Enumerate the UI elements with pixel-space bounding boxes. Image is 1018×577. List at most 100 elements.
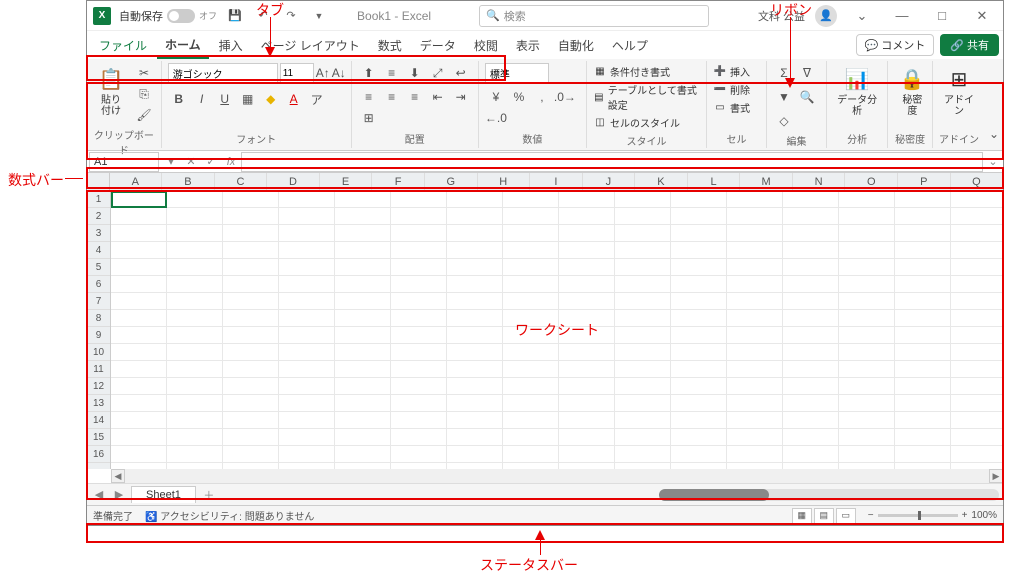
decrease-font-icon[interactable]: A↓ — [332, 63, 346, 83]
col-header[interactable]: I — [530, 173, 583, 190]
name-box[interactable]: A1 — [89, 152, 159, 172]
find-select-icon[interactable]: 🔍 — [796, 87, 818, 107]
close-button[interactable]: ✕ — [967, 3, 997, 29]
col-header[interactable]: M — [740, 173, 793, 190]
enter-formula-icon[interactable]: ✓ — [201, 152, 221, 172]
sheet-nav-next-icon[interactable]: ▶ — [111, 488, 127, 501]
col-header[interactable]: Q — [951, 173, 1004, 190]
paste-button[interactable]: 📋 貼り付け — [93, 63, 129, 119]
row-header[interactable]: 10 — [87, 344, 110, 361]
phonetic-icon[interactable]: ア — [306, 89, 328, 109]
zoom-in-icon[interactable]: + — [962, 510, 968, 521]
font-name-select[interactable] — [168, 63, 278, 83]
ribbon-display-icon[interactable]: ⌄ — [847, 3, 877, 29]
col-header[interactable]: F — [372, 173, 425, 190]
decrease-indent-icon[interactable]: ⇤ — [427, 87, 449, 107]
sensitivity-button[interactable]: 🔒 秘密度 — [894, 63, 930, 119]
horizontal-scrollbar[interactable]: ◀ ▶ — [87, 469, 1003, 483]
percent-icon[interactable]: % — [508, 87, 530, 107]
tab-formulas[interactable]: 数式 — [370, 33, 410, 58]
col-header[interactable]: H — [478, 173, 531, 190]
col-header[interactable]: K — [635, 173, 688, 190]
clear-icon[interactable]: ◇ — [773, 111, 795, 131]
col-header[interactable]: N — [793, 173, 846, 190]
status-accessibility[interactable]: ♿ アクセシビリティ: 問題ありません — [145, 508, 314, 523]
row-header[interactable]: 3 — [87, 225, 110, 242]
format-painter-icon[interactable]: 🖌 — [133, 105, 155, 125]
conditional-formatting-button[interactable]: ▦条件付き書式 — [593, 63, 700, 80]
tab-help[interactable]: ヘルプ — [604, 33, 656, 58]
row-header[interactable]: 12 — [87, 378, 110, 395]
cut-icon[interactable]: ✂ — [133, 63, 155, 83]
align-top-icon[interactable]: ⬆ — [358, 63, 380, 83]
insert-cells-button[interactable]: ➕挿入 — [713, 63, 750, 80]
comma-icon[interactable]: , — [531, 87, 553, 107]
row-header[interactable]: 11 — [87, 361, 110, 378]
tab-insert[interactable]: 挿入 — [211, 33, 251, 58]
align-middle-icon[interactable]: ≡ — [381, 63, 403, 83]
align-left-icon[interactable]: ≡ — [358, 87, 380, 107]
active-cell[interactable] — [111, 191, 167, 208]
increase-font-icon[interactable]: A↑ — [316, 63, 330, 83]
tab-automate[interactable]: 自動化 — [550, 33, 602, 58]
tab-review[interactable]: 校閲 — [466, 33, 506, 58]
redo-icon[interactable]: ↷ — [281, 6, 301, 26]
col-header[interactable]: E — [320, 173, 373, 190]
qat-dropdown-icon[interactable]: ▼ — [309, 6, 329, 26]
row-header[interactable]: 4 — [87, 242, 110, 259]
cell-styles-button[interactable]: ◫セルのスタイル — [593, 114, 700, 131]
zoom-level[interactable]: 100% — [971, 510, 997, 521]
italic-button[interactable]: I — [191, 89, 213, 109]
add-sheet-button[interactable]: ＋ — [200, 487, 218, 503]
search-box[interactable]: 🔍 検索 — [479, 5, 709, 27]
font-size-select[interactable] — [280, 63, 314, 83]
row-header[interactable]: 16 — [87, 446, 110, 463]
cancel-formula-icon[interactable]: ✕ — [181, 152, 201, 172]
increase-indent-icon[interactable]: ⇥ — [450, 87, 472, 107]
scroll-right-icon[interactable]: ▶ — [989, 469, 1003, 483]
cell-grid[interactable]: ワークシート — [111, 191, 1003, 469]
expand-formula-bar-icon[interactable]: ⌄ — [983, 152, 1003, 172]
row-header[interactable]: 1 — [87, 191, 110, 208]
orientation-icon[interactable]: ⤢ — [427, 63, 449, 83]
col-header[interactable]: L — [688, 173, 741, 190]
align-right-icon[interactable]: ≡ — [404, 87, 426, 107]
number-format-select[interactable] — [485, 63, 549, 83]
row-header[interactable]: 7 — [87, 293, 110, 310]
zoom-control[interactable]: − + 100% — [868, 510, 997, 521]
tab-data[interactable]: データ — [412, 33, 464, 58]
col-header[interactable]: B — [162, 173, 215, 190]
align-center-icon[interactable]: ≡ — [381, 87, 403, 107]
sheet-horizontal-scrollbar[interactable] — [659, 489, 999, 501]
row-header[interactable]: 2 — [87, 208, 110, 225]
align-bottom-icon[interactable]: ⬇ — [404, 63, 426, 83]
row-header[interactable]: 5 — [87, 259, 110, 276]
tab-home[interactable]: ホーム — [157, 32, 209, 59]
ribbon-collapse-icon[interactable]: ⌄ — [985, 124, 1003, 144]
row-header[interactable]: 13 — [87, 395, 110, 412]
formula-input[interactable] — [241, 152, 983, 172]
copy-icon[interactable]: ⎘ — [133, 84, 155, 104]
underline-button[interactable]: U — [214, 89, 236, 109]
view-normal-icon[interactable]: ▦ — [792, 508, 812, 524]
addins-button[interactable]: ⊞ アドイン — [939, 63, 979, 119]
fill-icon[interactable]: ▼ — [773, 87, 795, 107]
col-header[interactable]: O — [845, 173, 898, 190]
merge-cells-icon[interactable]: ⊞ — [358, 108, 380, 128]
currency-icon[interactable]: ¥ — [485, 87, 507, 107]
insert-function-icon[interactable]: fx — [221, 152, 241, 172]
tab-file[interactable]: ファイル — [91, 33, 155, 58]
col-header[interactable]: P — [898, 173, 951, 190]
name-box-dropdown-icon[interactable]: ▾ — [161, 152, 181, 172]
tab-view[interactable]: 表示 — [508, 33, 548, 58]
row-header[interactable]: 14 — [87, 412, 110, 429]
scroll-left-icon[interactable]: ◀ — [111, 469, 125, 483]
save-icon[interactable]: 💾 — [225, 6, 245, 26]
zoom-out-icon[interactable]: − — [868, 510, 874, 521]
zoom-slider[interactable] — [878, 514, 958, 517]
scrollbar-thumb[interactable] — [659, 489, 769, 501]
comments-button[interactable]: 💬コメント — [856, 34, 935, 56]
share-button[interactable]: 🔗共有 — [940, 34, 999, 56]
user-avatar-icon[interactable]: 👤 — [815, 5, 837, 27]
wrap-text-icon[interactable]: ↩ — [450, 63, 472, 83]
